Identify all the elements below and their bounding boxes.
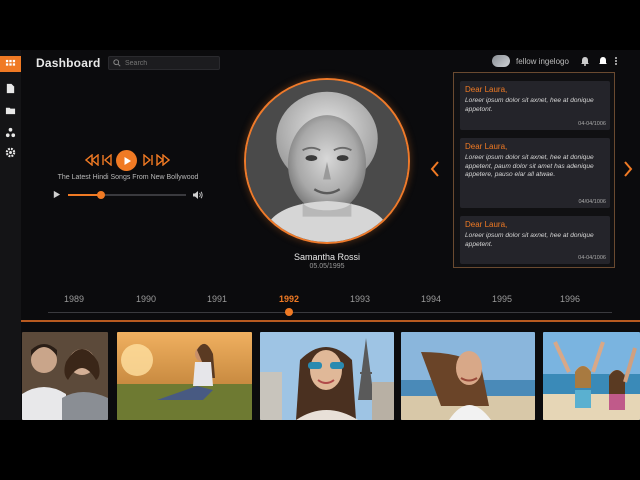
timeline-year[interactable]: 1993 [340,294,380,304]
timeline-year[interactable]: 1989 [54,294,94,304]
message-date: 04/04/1006 [578,199,606,205]
skip-back-icon [102,154,112,166]
woman-beach-wind-image [401,332,535,420]
avatar[interactable] [492,55,510,67]
couple-portrait-image [22,332,108,420]
next-arrow-button[interactable] [621,158,635,180]
search-box[interactable] [108,56,220,70]
message-recipient: Dear Laura, [465,220,508,229]
rewind-button[interactable] [84,152,100,168]
gallery-photo[interactable] [260,332,394,420]
sidebar-item-network[interactable] [0,124,21,140]
timeline-year-selected[interactable]: 1992 [269,294,309,304]
search-icon [113,59,121,67]
gear-icon [5,147,16,157]
sidebar [0,50,21,420]
message-recipient: Dear Laura, [465,85,508,94]
gallery-photo[interactable] [543,332,640,420]
divider [21,320,640,322]
sidebar-item-document[interactable] [0,80,21,96]
network-icon [5,127,16,137]
timeline-year[interactable]: 1990 [126,294,166,304]
volume-icon[interactable] [192,190,203,200]
chevron-left-icon [430,161,439,177]
women-beach-arms-up-image [543,332,640,420]
timeline-year[interactable]: 1996 [550,294,590,304]
seek-handle[interactable] [97,191,106,199]
timeline-marker[interactable] [285,308,293,316]
gallery-photo[interactable] [117,332,252,420]
fast-forward-button[interactable] [155,152,171,168]
gallery-photo[interactable] [401,332,535,420]
message-card[interactable]: Dear Laura, Loreer ipsum dolor sit axnet… [460,138,610,208]
message-card[interactable]: Dear Laura, Loreer ipsum dolor sit axnet… [460,216,610,264]
song-title: The Latest Hindi Songs From New Bollywoo… [57,174,199,181]
folder-icon [5,107,16,114]
message-recipient: Dear Laura, [465,142,508,151]
timeline-year[interactable]: 1994 [411,294,451,304]
message-card[interactable]: Dear Laura, Loreer ipsum dolor sit axnet… [460,81,610,130]
play-button[interactable] [116,150,137,171]
skip-forward-icon [143,154,153,166]
message-body: Loreer ipsum dolor sit axnet, hee at don… [465,154,594,179]
previous-arrow-button[interactable] [428,158,442,180]
profile-date: 05.05/1995 [309,263,345,270]
more-dots-icon [614,56,617,65]
next-button[interactable] [140,152,156,168]
chevron-right-icon [624,161,633,177]
message-date: 04-04/1006 [578,255,606,261]
user-name: fellow ingelogo [516,56,569,66]
rewind-icon [85,154,99,166]
more-button[interactable] [610,55,621,66]
message-date: 04-04/1006 [578,121,606,127]
bell-icon [580,56,589,66]
user-menu[interactable]: fellow ingelogo [492,55,569,67]
timeline-year[interactable]: 1991 [197,294,237,304]
previous-button[interactable] [99,152,115,168]
player-controls [84,150,174,171]
page-title: Dashboard [36,56,101,70]
sidebar-item-settings[interactable] [0,144,21,160]
profile-name: Samantha Rossi [293,252,361,262]
search-input[interactable] [125,59,215,67]
message-body: Loreer ipsum dolor sit axnet, hee at don… [465,97,594,113]
seek-bar[interactable] [68,191,186,199]
profile-portrait [244,78,410,244]
notifications-button[interactable] [579,55,590,66]
document-icon [6,83,15,93]
timeline-year[interactable]: 1995 [482,294,522,304]
messages-panel: Dear Laura, Loreer ipsum dolor sit axnet… [453,72,615,268]
alerts-button[interactable] [597,55,608,66]
sidebar-item-grid[interactable] [0,56,21,72]
sidebar-item-folder[interactable] [0,102,21,118]
mini-play-icon[interactable] [52,190,61,199]
woman-sitting-field-image [117,332,252,420]
message-body: Loreer ipsum dolor sit axnet, hee at don… [465,232,594,248]
fast-forward-icon [156,154,170,166]
play-icon [124,156,131,165]
bell-filled-icon [598,56,607,64]
dashboard-screen: Dashboard fellow ingelogo The Latest Hi [0,50,640,420]
gallery-photo[interactable] [22,332,108,420]
timeline-track [48,312,612,313]
elderly-woman-photo [246,80,408,242]
grid-icon [5,59,16,66]
woman-sunglasses-eiffel-image [260,332,394,420]
